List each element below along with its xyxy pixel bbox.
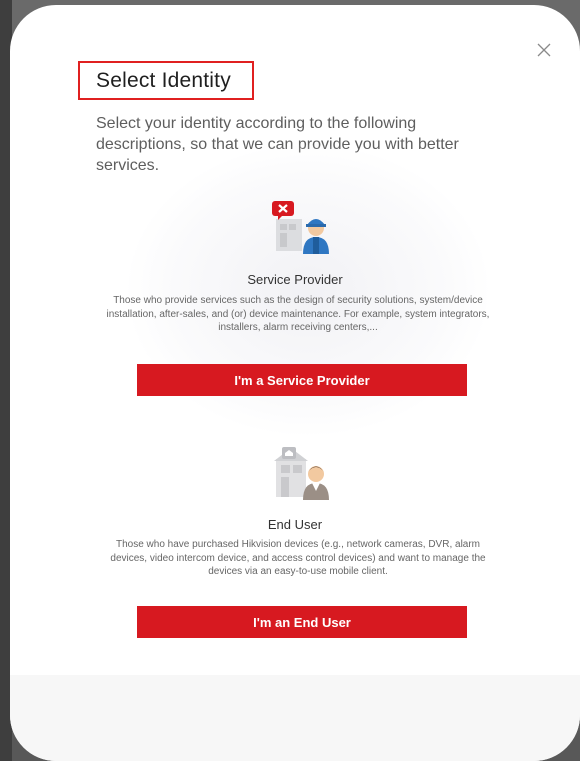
- end-user-title: End User: [267, 517, 323, 532]
- close-button[interactable]: [535, 41, 553, 59]
- dialog-footer: [10, 675, 580, 761]
- end-user-description: Those who have purchased Hikvision devic…: [110, 539, 486, 577]
- select-identity-dialog: Select Identity Select your identity acc…: [10, 5, 580, 761]
- end-user-button[interactable]: I'm an End User: [137, 606, 467, 638]
- close-icon: [537, 43, 551, 57]
- service-provider-title: Service Provider: [247, 272, 343, 287]
- service-provider-icon: [272, 199, 334, 255]
- end-user-icon: [272, 445, 334, 501]
- title-highlight: Select Identity: [78, 61, 254, 100]
- service-provider-description: Those who provide services such as the d…: [106, 295, 490, 333]
- dialog-title: Select Identity: [96, 68, 231, 92]
- service-provider-button[interactable]: I'm a Service Provider: [137, 364, 467, 396]
